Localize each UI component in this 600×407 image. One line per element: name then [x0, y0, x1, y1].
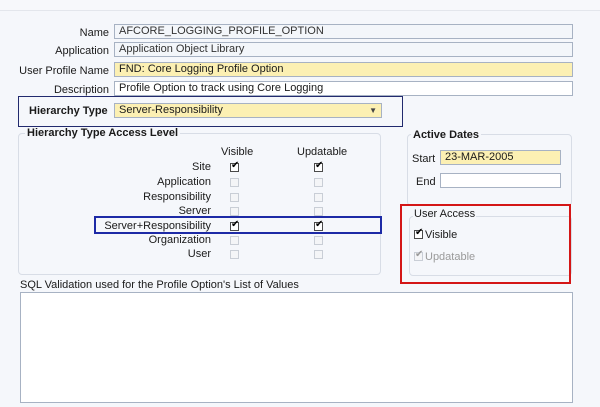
application-field[interactable]: Application Object Library — [114, 42, 573, 57]
access-row-visible-checkbox[interactable] — [230, 193, 239, 202]
updatable-column-header: Updatable — [297, 146, 348, 158]
access-row-label: Organization — [148, 234, 211, 246]
start-date-label: Start — [412, 153, 436, 165]
start-date-field[interactable]: 23-MAR-2005 — [440, 150, 561, 165]
access-row-visible-checkbox[interactable]: ✔ — [230, 160, 240, 172]
access-row-label: User — [187, 248, 211, 260]
sql-validation-label: SQL Validation used for the Profile Opti… — [20, 279, 299, 291]
access-row-updatable-checkbox[interactable]: ✔ — [314, 160, 324, 172]
user-access-visible-label: Visible — [425, 229, 458, 241]
access-row-updatable-checkbox[interactable] — [314, 207, 323, 216]
name-label: Name — [79, 27, 109, 39]
hierarchy-type-select[interactable]: Server-Responsibility ▼ — [114, 103, 382, 118]
access-level-title: Hierarchy Type Access Level — [25, 127, 181, 139]
active-dates-group — [407, 134, 572, 206]
access-row-visible-checkbox[interactable] — [230, 207, 239, 216]
access-row-visible-checkbox[interactable] — [230, 178, 239, 187]
access-row-label: Responsibility — [143, 191, 211, 203]
description-field[interactable]: Profile Option to track using Core Loggi… — [114, 81, 573, 96]
check-icon: ✔ — [315, 160, 324, 171]
sql-validation-textarea[interactable] — [20, 292, 573, 403]
access-row-label: Site — [192, 161, 211, 173]
chevron-down-icon[interactable]: ▼ — [369, 104, 377, 117]
description-label: Description — [53, 84, 109, 96]
user-access-title: User Access — [413, 208, 477, 220]
user-profile-name-field[interactable]: FND: Core Logging Profile Option — [114, 62, 573, 77]
access-row-label: Application — [157, 176, 211, 188]
hierarchy-type-value: Server-Responsibility — [119, 104, 223, 116]
check-icon: ✔ — [415, 249, 424, 260]
access-row-updatable-checkbox[interactable] — [314, 236, 323, 245]
server-responsibility-highlight — [94, 216, 382, 234]
hierarchy-type-label: Hierarchy Type — [29, 105, 108, 117]
visible-column-header: Visible — [221, 146, 254, 158]
access-row-visible-checkbox[interactable] — [230, 250, 239, 259]
user-access-visible-checkbox[interactable]: ✔ — [414, 227, 424, 239]
check-icon: ✔ — [231, 160, 240, 171]
access-row-updatable-checkbox[interactable] — [314, 178, 323, 187]
application-label: Application — [55, 45, 109, 57]
user-access-updatable-label: Updatable — [425, 251, 476, 263]
name-field[interactable]: AFCORE_LOGGING_PROFILE_OPTION — [114, 24, 573, 39]
end-date-label: End — [416, 176, 436, 188]
check-icon: ✔ — [415, 227, 424, 238]
end-date-field[interactable] — [440, 173, 561, 188]
active-dates-title: Active Dates — [411, 129, 482, 141]
user-access-updatable-checkbox[interactable]: ✔ — [414, 249, 424, 261]
access-row-visible-checkbox[interactable] — [230, 236, 239, 245]
user-profile-name-label: User Profile Name — [19, 65, 109, 77]
access-row-updatable-checkbox[interactable] — [314, 250, 323, 259]
access-row-updatable-checkbox[interactable] — [314, 193, 323, 202]
window-top-edge — [0, 0, 600, 11]
